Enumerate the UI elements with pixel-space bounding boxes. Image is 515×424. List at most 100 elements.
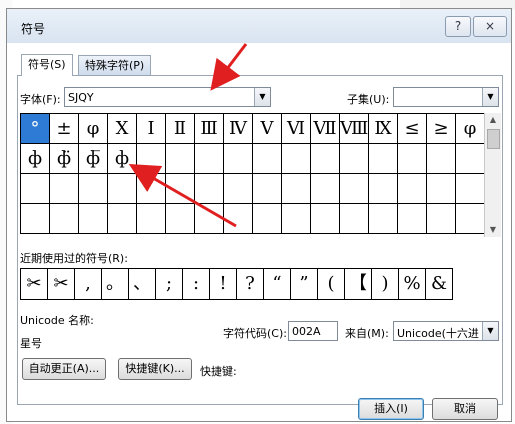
symbol-cell[interactable] — [166, 174, 195, 204]
symbol-cell[interactable]: Ⅶ — [311, 114, 340, 144]
symbol-cell[interactable] — [21, 174, 50, 204]
symbol-cell[interactable]: ф — [108, 144, 137, 174]
recent-symbol-cell[interactable]: ( — [318, 269, 345, 300]
symbol-cell[interactable] — [282, 204, 311, 234]
symbol-cell[interactable] — [195, 204, 224, 234]
symbol-cell[interactable] — [340, 144, 369, 174]
symbol-cell[interactable] — [108, 174, 137, 204]
symbol-cell[interactable] — [137, 174, 166, 204]
help-button[interactable]: ? — [445, 16, 471, 37]
symbol-cell[interactable] — [195, 144, 224, 174]
scrollbar-thumb[interactable] — [487, 129, 500, 149]
cancel-button[interactable]: 取消 — [432, 398, 498, 420]
symbol-cell[interactable]: Ⅱ — [166, 114, 195, 144]
scroll-down-icon[interactable]: ▼ — [485, 223, 501, 237]
recent-symbol-cell[interactable]: & — [426, 269, 453, 300]
symbol-cell[interactable]: ф̈ — [50, 144, 79, 174]
symbol-cell[interactable]: Ⅴ — [253, 114, 282, 144]
autocorrect-button[interactable]: 自动更正(A)... — [22, 358, 106, 380]
symbol-cell[interactable] — [166, 144, 195, 174]
symbol-cell[interactable] — [427, 204, 456, 234]
symbol-cell[interactable] — [456, 204, 485, 234]
recent-symbol-cell[interactable]: 。 — [102, 269, 129, 300]
symbol-cell[interactable]: Ⅵ — [282, 114, 311, 144]
symbol-cell[interactable]: Ⅸ — [369, 114, 398, 144]
subset-select[interactable]: ▼ — [393, 87, 499, 107]
symbol-cell[interactable] — [369, 204, 398, 234]
symbol-cell[interactable] — [340, 174, 369, 204]
symbol-cell[interactable]: ≥ — [427, 114, 456, 144]
symbol-grid-scrollbar[interactable]: ▲ ▼ — [484, 113, 501, 237]
symbol-cell[interactable] — [21, 204, 50, 234]
recent-symbol-cell[interactable]: 【 — [345, 269, 372, 300]
symbol-cell[interactable] — [79, 204, 108, 234]
recent-symbol-cell[interactable]: ; — [156, 269, 183, 300]
symbol-cell[interactable] — [166, 204, 195, 234]
symbol-cell[interactable]: φ — [456, 114, 485, 144]
symbol-cell[interactable] — [282, 174, 311, 204]
scroll-up-icon[interactable]: ▲ — [485, 113, 501, 127]
from-select[interactable]: Unicode(十六进 ▼ — [393, 321, 499, 341]
symbol-cell[interactable] — [224, 174, 253, 204]
chevron-down-icon[interactable]: ▼ — [482, 88, 498, 106]
shortcut-key-button[interactable]: 快捷键(K)... — [118, 358, 192, 380]
symbol-cell[interactable] — [340, 204, 369, 234]
symbol-cell[interactable] — [253, 174, 282, 204]
symbol-cell[interactable]: Ⅰ — [137, 114, 166, 144]
symbol-cell[interactable] — [224, 204, 253, 234]
symbol-cell[interactable]: ф̅ — [79, 144, 108, 174]
recent-symbol-cell[interactable]: “ — [264, 269, 291, 300]
symbol-cell[interactable] — [195, 174, 224, 204]
symbol-cell[interactable] — [137, 144, 166, 174]
recent-symbol-cell[interactable]: ? — [237, 269, 264, 300]
symbol-cell[interactable]: φ — [79, 114, 108, 144]
symbol-cell[interactable] — [50, 204, 79, 234]
symbol-cell[interactable]: Ⅲ — [195, 114, 224, 144]
symbol-cell[interactable] — [311, 174, 340, 204]
recent-symbol-cell[interactable]: ” — [291, 269, 318, 300]
symbol-cell[interactable]: Ⅳ — [224, 114, 253, 144]
recent-symbol-cell[interactable]: 、 — [129, 269, 156, 300]
symbol-cell[interactable] — [79, 174, 108, 204]
tab-symbols[interactable]: 符号(S) — [21, 54, 73, 76]
tab-special-characters[interactable]: 特殊字符(P) — [78, 55, 152, 75]
symbol-cell[interactable] — [456, 144, 485, 174]
recent-symbol-cell[interactable]: ! — [210, 269, 237, 300]
recent-symbol-cell[interactable]: , — [75, 269, 102, 300]
symbol-cell[interactable] — [427, 144, 456, 174]
symbol-cell[interactable] — [369, 174, 398, 204]
symbol-cell[interactable] — [108, 204, 137, 234]
symbol-cell[interactable]: ≤ — [398, 114, 427, 144]
symbol-cell[interactable] — [427, 174, 456, 204]
symbol-cell[interactable]: ф — [21, 144, 50, 174]
symbol-cell[interactable] — [311, 144, 340, 174]
close-button[interactable]: × — [473, 16, 507, 37]
recent-symbol-cell[interactable]: ✂ — [21, 269, 48, 300]
recent-symbol-cell[interactable]: ✂ — [48, 269, 75, 300]
symbol-cell[interactable] — [398, 144, 427, 174]
symbol-cell[interactable] — [137, 204, 166, 234]
recent-symbol-cell[interactable]: ) — [372, 269, 399, 300]
font-select[interactable]: SJQY ▼ — [64, 87, 271, 107]
symbol-cell[interactable]: Ⅹ — [108, 114, 137, 144]
chevron-down-icon[interactable]: ▼ — [482, 322, 498, 340]
chevron-down-icon[interactable]: ▼ — [254, 88, 270, 106]
insert-button[interactable]: 插入(I) — [358, 398, 424, 420]
symbol-cell[interactable] — [398, 174, 427, 204]
symbol-cell[interactable]: ± — [50, 114, 79, 144]
symbol-cell[interactable] — [456, 174, 485, 204]
symbol-cell[interactable] — [50, 174, 79, 204]
symbol-cell[interactable] — [253, 204, 282, 234]
symbol-cell[interactable]: ° — [21, 114, 50, 144]
symbol-cell[interactable]: Ⅷ — [340, 114, 369, 144]
symbol-cell[interactable] — [311, 204, 340, 234]
recent-symbol-cell[interactable]: % — [399, 269, 426, 300]
symbol-cell[interactable] — [282, 144, 311, 174]
symbol-cell[interactable] — [253, 144, 282, 174]
char-code-field[interactable]: 002A — [288, 321, 338, 341]
recent-symbol-cell[interactable]: : — [183, 269, 210, 300]
symbol-cell[interactable] — [398, 204, 427, 234]
from-label: 来自(M): — [345, 327, 389, 340]
symbol-cell[interactable] — [224, 144, 253, 174]
symbol-cell[interactable] — [369, 144, 398, 174]
